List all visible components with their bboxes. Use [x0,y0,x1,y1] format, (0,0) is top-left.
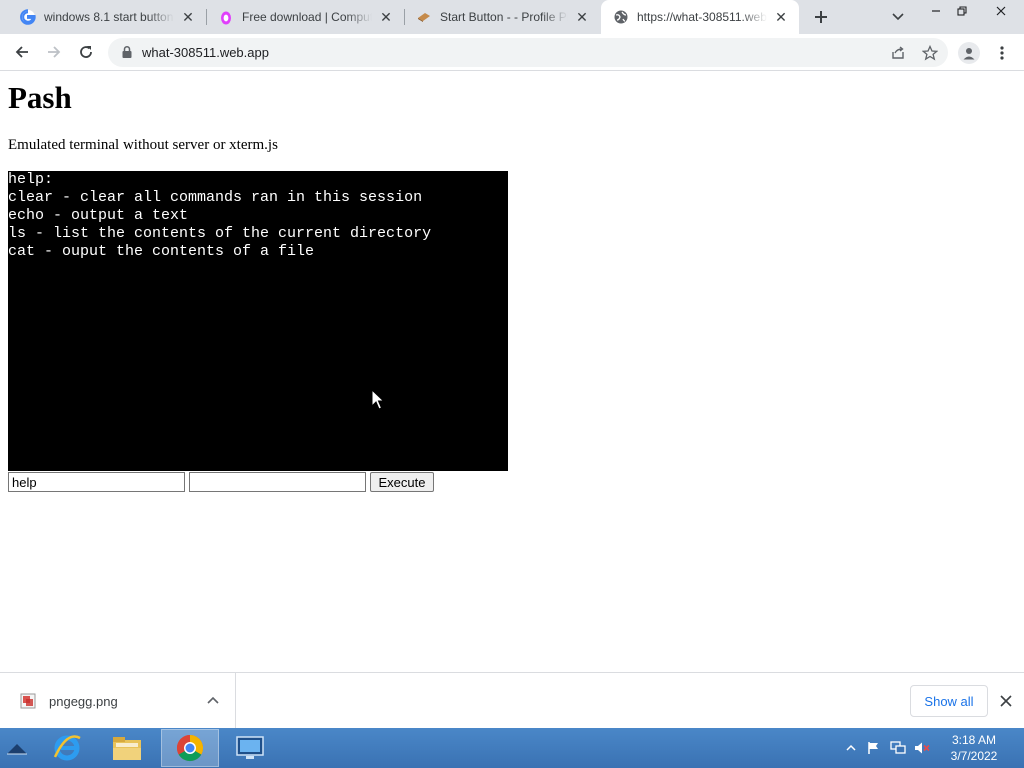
close-shelf-icon[interactable] [996,691,1016,711]
terminal-line: ls - list the contents of the current di… [8,225,432,242]
close-window-button[interactable] [978,0,1024,22]
tab-pngegg[interactable]: Free download | Computer ✕ [206,0,404,34]
chevron-down-icon [892,13,904,21]
tab-deviantart[interactable]: Start Button - - Profile Pi ✕ [404,0,600,34]
chrome-icon [176,734,204,762]
lock-icon [122,45,132,58]
network-icon[interactable] [890,740,906,756]
close-icon[interactable]: ✕ [574,9,590,25]
page-content: Pash Emulated terminal without server or… [0,72,1024,672]
google-icon [20,9,36,25]
chevron-up-icon[interactable] [204,691,222,709]
url-text: what-308511.web.app [142,45,269,60]
internet-explorer-icon [53,735,81,761]
show-hidden-icons-chevron-icon[interactable] [843,740,859,756]
taskbar-chrome[interactable] [161,729,219,767]
reload-icon [80,46,92,58]
minimize-icon [932,10,940,12]
tab-title: https://what-308511.web. [637,10,767,24]
page-title: Pash [8,80,72,115]
clock-date: 3/7/2022 [950,749,998,763]
pngegg-icon [218,9,234,25]
reload-button[interactable] [72,38,100,66]
bookmark-star-icon[interactable] [920,43,940,63]
volume-muted-icon[interactable] [914,740,930,756]
deviantart-icon [416,9,432,25]
action-center-flag-icon[interactable] [866,740,882,756]
start-button[interactable] [0,729,36,767]
terminal-line: echo - output a text [8,207,189,224]
close-icon[interactable]: ✕ [378,9,394,25]
terminal-line: clear - clear all commands ran in this s… [8,189,423,206]
restore-button[interactable] [947,0,977,22]
back-button[interactable] [8,38,36,66]
windows-taskbar: 3:18 AM 3/7/2022 [0,728,1024,768]
tab-active-what[interactable]: https://what-308511.web. ✕ [601,0,799,34]
tab-title: Free download | Computer [242,10,372,24]
folder-icon [113,737,141,760]
back-arrow-icon [15,46,28,58]
globe-icon [613,9,629,25]
system-clock[interactable]: 3:18 AM 3/7/2022 [944,732,1004,764]
taskbar-remote-desktop[interactable] [221,729,279,767]
forward-arrow-icon [48,46,61,58]
start-icon [7,744,27,755]
menu-kebab-icon[interactable] [992,42,1012,64]
mouse-cursor-icon [371,389,385,410]
arguments-input[interactable] [189,472,366,492]
tab-google-search[interactable]: windows 8.1 start button ✕ [8,0,206,34]
taskbar-file-explorer[interactable] [98,729,156,767]
execute-button[interactable]: Execute [370,472,434,492]
download-file-name: pngegg.png [49,694,118,709]
command-input[interactable] [8,472,185,492]
browser-toolbar: what-308511.web.app [0,34,1024,71]
restore-icon [957,6,967,16]
tab-search-button[interactable] [886,5,910,29]
download-item[interactable]: pngegg.png [0,673,236,729]
terminal-output: help: clear - clear all commands ran in … [8,171,508,471]
plus-icon [815,11,827,23]
image-file-icon [20,693,36,709]
close-icon [996,6,1006,16]
clock-time: 3:18 AM [951,733,997,747]
page-subtitle: Emulated terminal without server or xter… [8,137,278,153]
taskbar-internet-explorer[interactable] [38,729,96,767]
profile-avatar-icon[interactable] [958,42,980,64]
terminal-line: help: [8,171,54,188]
tab-strip: windows 8.1 start button ✕ Free download… [0,0,1024,34]
address-bar[interactable]: what-308511.web.app [108,38,948,67]
monitor-icon [236,736,264,759]
close-icon[interactable]: ✕ [773,9,789,25]
terminal-line: cat - ouput the contents of a file [8,243,315,260]
tab-title: Start Button - - Profile Pi [440,10,568,24]
new-tab-button[interactable] [808,5,834,29]
download-shelf: pngegg.png Show all [0,672,1024,729]
share-icon[interactable] [888,43,908,63]
close-icon[interactable]: ✕ [180,9,196,25]
show-all-button[interactable]: Show all [910,685,988,717]
forward-button[interactable] [40,38,68,66]
tab-title: windows 8.1 start button [44,10,174,24]
